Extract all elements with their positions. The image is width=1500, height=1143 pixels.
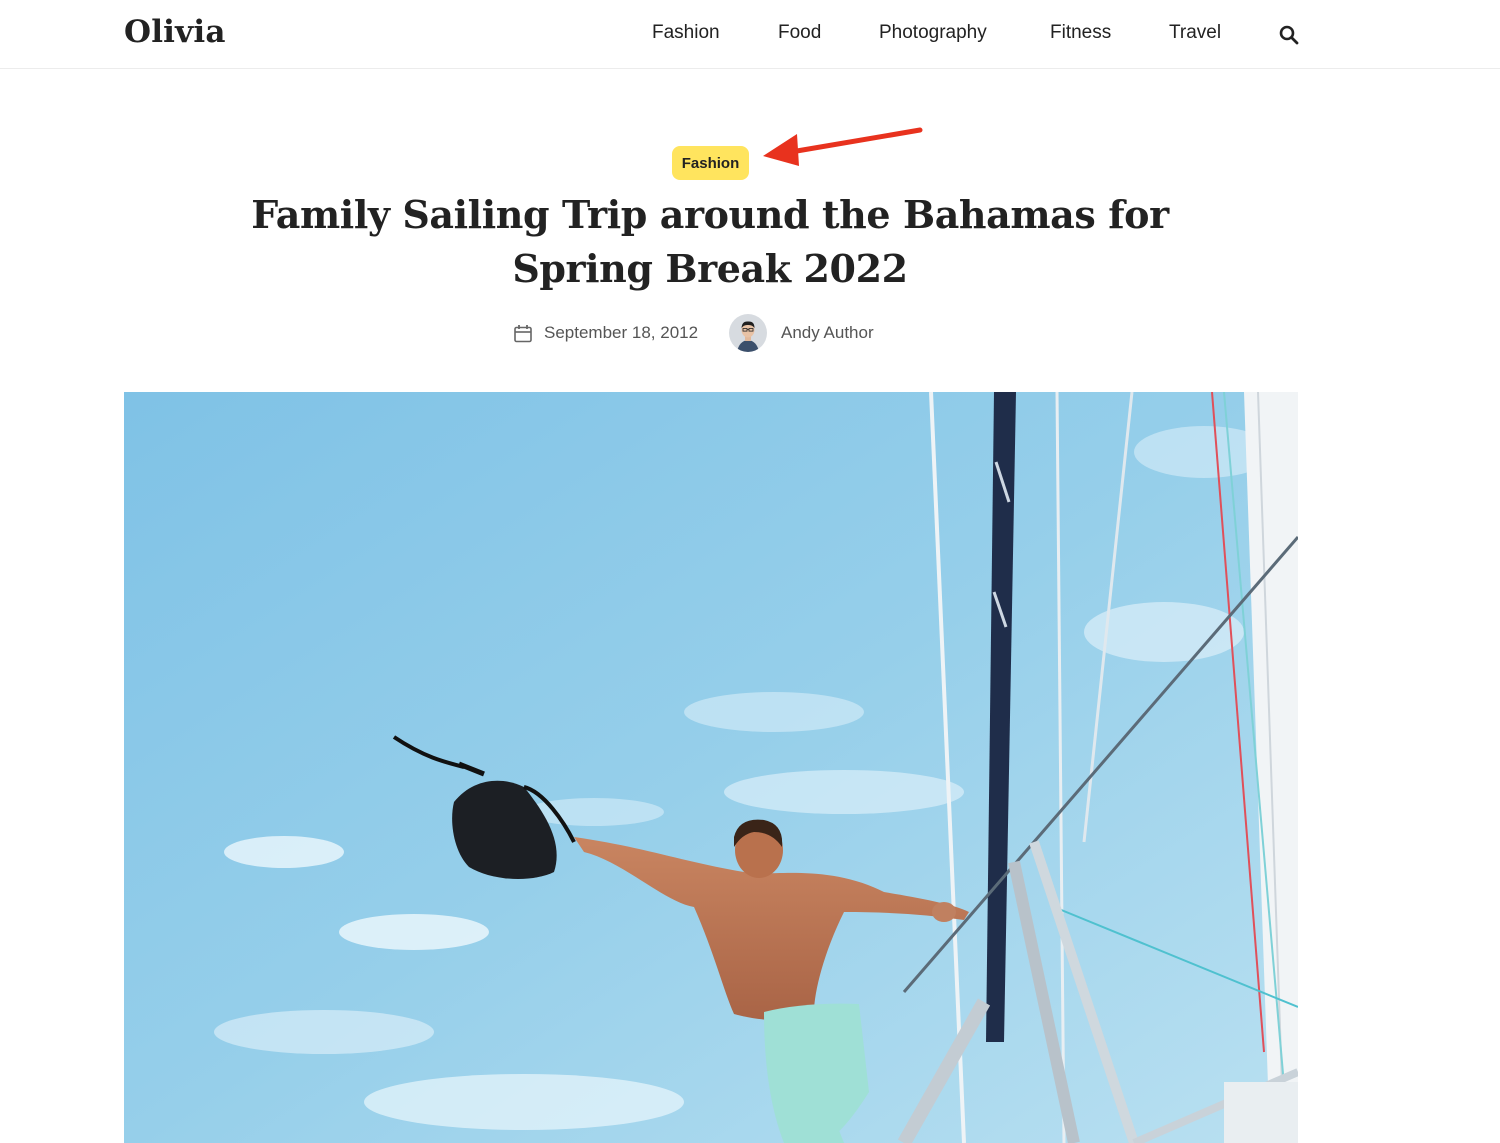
post-date: September 18, 2012 [544, 323, 699, 342]
nav-item-fitness[interactable]: Fitness [1050, 22, 1111, 44]
site-header: Olivia Fashion Food Photography Fitness … [0, 0, 1500, 69]
author-avatar[interactable] [729, 314, 767, 352]
post-author[interactable]: Andy Author [781, 323, 874, 343]
category-badge[interactable]: Fashion [672, 146, 749, 180]
calendar-icon [514, 325, 532, 343]
post-title: Family Sailing Trip around the Bahamas f… [251, 192, 1169, 291]
search-icon[interactable] [1278, 24, 1300, 46]
post-meta: September 18, 2012 Andy Author [0, 313, 1500, 353]
nav-item-travel[interactable]: Travel [1169, 22, 1221, 44]
featured-image [124, 392, 1298, 1143]
annotation-arrow-icon [763, 127, 923, 166]
site-logo[interactable]: Olivia [124, 14, 226, 50]
nav-item-food[interactable]: Food [778, 22, 821, 44]
nav-item-fashion[interactable]: Fashion [652, 22, 720, 44]
nav-item-photography[interactable]: Photography [879, 22, 987, 44]
